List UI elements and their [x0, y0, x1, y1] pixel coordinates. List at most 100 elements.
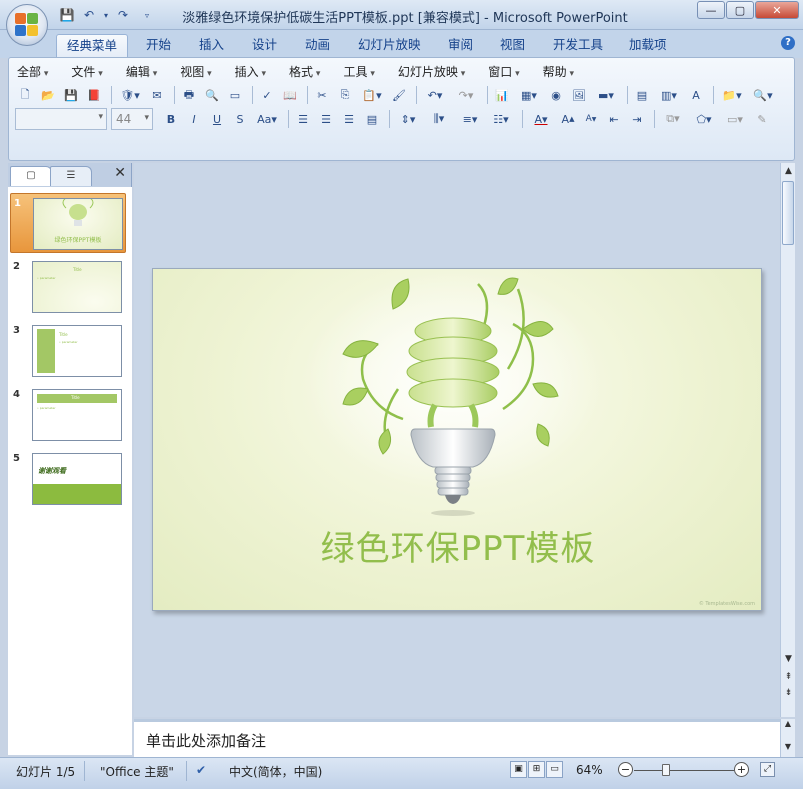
fit-to-window-icon[interactable]: ⤢ — [760, 762, 775, 777]
vertical-scrollbar[interactable]: ▲ ▼ ⇞ ⇟ — [780, 163, 795, 717]
customize-qat-icon[interactable]: ▿ — [142, 6, 152, 24]
normal-view-icon[interactable]: ▣ — [510, 761, 527, 778]
slide-sorter-view-icon[interactable]: ⊞ — [528, 761, 545, 778]
align-right-icon[interactable]: ☰ — [339, 109, 359, 129]
tab-outline[interactable]: ☰ — [50, 166, 92, 186]
menu-item-6[interactable]: 工具 — [343, 63, 374, 81]
clip-art-icon[interactable]: ◉ — [546, 85, 566, 105]
tab-5[interactable]: 幻灯片放映 — [348, 34, 431, 58]
font-size-box[interactable]: 44 — [111, 108, 153, 130]
italic-icon[interactable]: I — [184, 109, 204, 129]
numbering-icon[interactable]: ≡▾ — [456, 109, 484, 129]
print-icon[interactable]: 🖶 — [179, 85, 199, 105]
menu-item-5[interactable]: 格式 — [289, 63, 320, 81]
menu-item-4[interactable]: 插入 — [235, 63, 266, 81]
redo-icon[interactable]: ↷▾ — [452, 85, 480, 105]
insert-picture-icon[interactable]: 🖼 — [569, 85, 589, 105]
tab-2[interactable]: 插入 — [189, 34, 234, 58]
new-document-icon[interactable]: 🗋 — [15, 85, 35, 105]
insert-chart-icon[interactable]: 📊 — [492, 85, 512, 105]
justify-icon[interactable]: ▤ — [362, 109, 382, 129]
close-button[interactable]: ✕ — [755, 1, 799, 19]
tab-4[interactable]: 动画 — [295, 34, 340, 58]
tab-9[interactable]: 加载项 — [619, 34, 677, 58]
menu-item-3[interactable]: 视图 — [180, 63, 211, 81]
print-preview-icon[interactable]: 🔍 — [202, 85, 222, 105]
bullets-icon[interactable]: ☷▾ — [487, 109, 515, 129]
scroll-thumb[interactable] — [782, 181, 794, 245]
copy-icon[interactable]: ⎘ — [335, 85, 355, 105]
close-pane-icon[interactable]: ✕ — [114, 165, 126, 181]
menu-item-2[interactable]: 编辑 — [126, 63, 157, 81]
page-setup-icon[interactable]: ▭ — [225, 85, 245, 105]
increase-indent-icon[interactable]: ⇥ — [627, 109, 647, 129]
save-icon[interactable]: 💾 — [61, 85, 81, 105]
menu-item-7[interactable]: 幻灯片放映 — [398, 63, 465, 81]
shrink-font-icon[interactable]: A ▼ — [581, 109, 601, 129]
layout-icon[interactable]: ▥▾ — [655, 85, 683, 105]
scroll-down-icon[interactable]: ▼ — [781, 651, 796, 667]
tab-1[interactable]: 开始 — [136, 34, 181, 58]
slide-thumbnail-2[interactable]: 2 Title • parameter — [10, 257, 126, 317]
menu-item-0[interactable]: 全部 — [17, 63, 48, 81]
scroll-up-icon[interactable]: ▲ — [781, 719, 795, 728]
help-icon[interactable]: ? — [781, 36, 795, 50]
shape-outline-icon[interactable]: ✎ — [752, 109, 772, 129]
quick-styles-icon[interactable]: ⬠▾ — [690, 109, 718, 129]
shapes-icon[interactable]: 📁▾ — [718, 85, 746, 105]
chevron-down-icon[interactable]: ▾ — [102, 6, 110, 24]
slide-thumbnail-5[interactable]: 5 谢谢观看 — [10, 449, 126, 509]
save-pdf-icon[interactable]: 📕 — [84, 85, 104, 105]
undo-icon[interactable]: ↶ — [80, 6, 98, 24]
format-painter-icon[interactable]: 🖌 — [389, 85, 409, 105]
email-icon[interactable]: ✉ — [147, 85, 167, 105]
align-center-icon[interactable]: ☰ — [316, 109, 336, 129]
tab-3[interactable]: 设计 — [242, 34, 287, 58]
tab-8[interactable]: 开发工具 — [543, 34, 613, 58]
previous-slide-icon[interactable]: ⇞ — [781, 669, 796, 685]
language-indicator[interactable]: 中文(简体，中国) — [229, 763, 322, 780]
spell-check-icon[interactable]: ✔ — [196, 763, 206, 777]
slide-thumbnail-4[interactable]: 4 Title • parameter — [10, 385, 126, 445]
tab-7[interactable]: 视图 — [490, 34, 535, 58]
arrange-icon[interactable]: ⧉▾ — [659, 109, 687, 129]
menu-item-1[interactable]: 文件 — [71, 63, 102, 81]
align-left-icon[interactable]: ☰ — [293, 109, 313, 129]
tab-slides[interactable]: ▢ — [10, 166, 52, 186]
text-direction-icon[interactable]: ⇕▾ — [394, 109, 422, 129]
zoom-in-icon[interactable]: + — [734, 762, 749, 777]
permission-icon[interactable]: 🛡▾ — [116, 85, 144, 105]
spelling-icon[interactable]: ✓ — [257, 85, 277, 105]
notes-scrollbar[interactable]: ▲ ▼ — [780, 719, 795, 757]
scroll-down-icon[interactable]: ▼ — [781, 742, 795, 751]
font-color-icon[interactable]: A▾ — [527, 109, 555, 129]
slide-thumbnail-1[interactable]: 1 绿色环保PPT模板 — [10, 193, 126, 253]
zoom-level[interactable]: 64% — [576, 763, 603, 777]
theme-name[interactable]: "Office 主题" — [100, 763, 174, 780]
slide-thumbnail-3[interactable]: 3 Title • parameter — [10, 321, 126, 381]
shape-fill-icon[interactable]: ▭▾ — [721, 109, 749, 129]
scroll-up-icon[interactable]: ▲ — [781, 163, 796, 179]
bold-icon[interactable]: B — [161, 109, 181, 129]
notes-pane[interactable]: 单击此处添加备注 — [134, 719, 780, 757]
new-slide-icon[interactable]: ▤ — [632, 85, 652, 105]
next-slide-icon[interactable]: ⇟ — [781, 685, 796, 701]
paste-icon[interactable]: 📋▾ — [358, 85, 386, 105]
zoom-slider[interactable]: − + — [618, 762, 750, 778]
undo-icon[interactable]: ↶▾ — [421, 85, 449, 105]
insert-table-icon[interactable]: ▦▾ — [515, 85, 543, 105]
slide-title[interactable]: 绿色环保PPT模板 — [153, 521, 761, 570]
tab-6[interactable]: 审阅 — [438, 34, 483, 58]
menu-item-8[interactable]: 窗口 — [488, 63, 519, 81]
font-name-box[interactable] — [15, 108, 107, 130]
research-icon[interactable]: 📖 — [280, 85, 300, 105]
align-text-icon[interactable]: ⫼▾ — [425, 109, 453, 129]
save-icon[interactable]: 💾 — [58, 6, 76, 24]
color-grayscale-icon[interactable]: ▬▾ — [592, 85, 620, 105]
cut-icon[interactable]: ✂ — [312, 85, 332, 105]
main-slide[interactable]: 绿色环保PPT模板 © TemplatesWise.com — [152, 268, 762, 611]
redo-icon[interactable]: ↷ — [114, 6, 132, 24]
change-case-icon[interactable]: Aa▾ — [253, 109, 281, 129]
slide-show-view-icon[interactable]: ▭ — [546, 761, 563, 778]
maximize-button[interactable]: ▢ — [726, 1, 754, 19]
